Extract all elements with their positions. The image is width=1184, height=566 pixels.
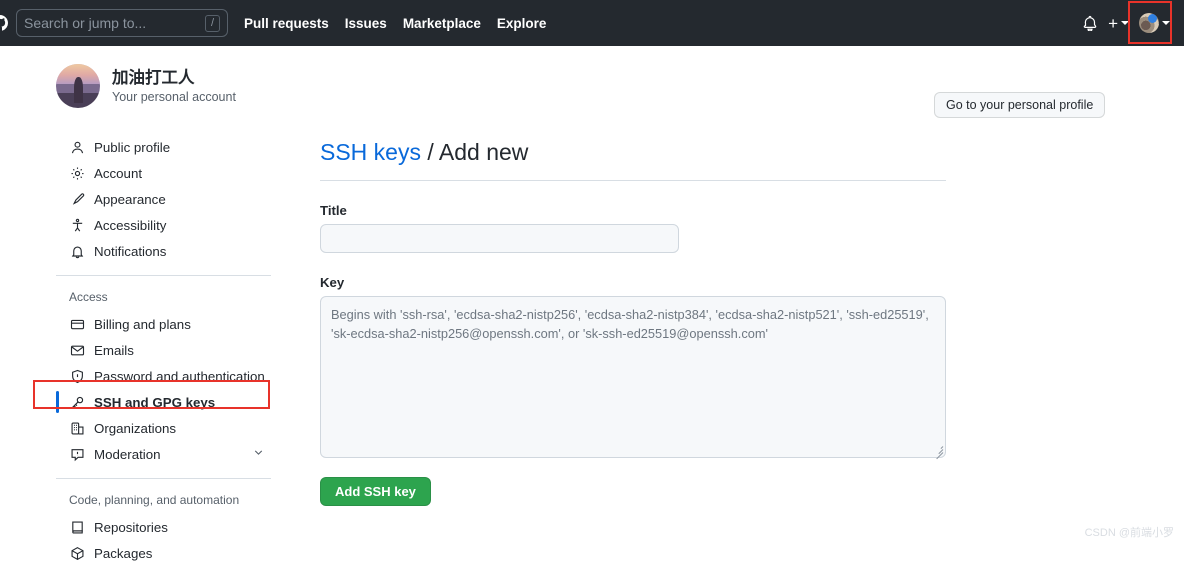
create-new-button[interactable]: + <box>1108 15 1129 32</box>
header-right-actions: + <box>1082 0 1184 46</box>
breadcrumb-ssh-keys-link[interactable]: SSH keys <box>320 139 421 165</box>
header-nav-marketplace[interactable]: Marketplace <box>403 16 481 31</box>
key-field-label: Key <box>320 274 345 290</box>
sidebar-item-ssh-and-gpg-keys[interactable]: SSH and GPG keys <box>33 380 281 415</box>
bell-icon <box>69 243 85 259</box>
sidebar-item-label: Organizations <box>94 420 177 436</box>
sidebar-item-label: SSH and GPG keys <box>94 394 216 410</box>
breadcrumb-separator: / <box>420 139 439 165</box>
sidebar-item-label: Account <box>94 165 143 181</box>
sidebar-item-label: Accessibility <box>94 217 167 233</box>
header-nav-pull-requests[interactable]: Pull requests <box>244 16 329 31</box>
sidebar-item-billing-and-plans[interactable]: Billing and plans <box>56 311 281 337</box>
header-nav: Pull requests Issues Marketplace Explore <box>244 16 546 31</box>
sidebar-item-moderation[interactable]: Moderation <box>56 441 281 467</box>
header-nav-explore[interactable]: Explore <box>497 16 547 31</box>
sidebar-item-public-profile[interactable]: Public profile <box>56 134 281 160</box>
sidebar-item-label: Password and authentication <box>94 368 265 384</box>
sidebar-nav-code: Repositories Packages <box>56 514 281 566</box>
sidebar-item-emails[interactable]: Emails <box>56 337 281 363</box>
title-divider <box>320 179 946 181</box>
sidebar-group-title-code-planning-automation: Code, planning, and automation <box>69 493 240 507</box>
paintbrush-icon <box>69 191 85 207</box>
github-mark-icon[interactable] <box>0 15 8 31</box>
account-subtitle: Your personal account <box>112 90 236 105</box>
search-shortcut-key: / <box>205 14 220 32</box>
sidebar-item-label: Billing and plans <box>94 316 191 332</box>
sidebar-item-label: Emails <box>94 342 134 358</box>
credit-card-icon <box>69 316 85 332</box>
add-ssh-key-button[interactable]: Add SSH key <box>320 476 431 506</box>
bell-icon[interactable] <box>1082 15 1098 31</box>
key-icon <box>69 394 85 410</box>
sidebar-item-password-and-authentication[interactable]: Password and authentication <box>56 363 281 389</box>
breadcrumb-current: Add new <box>438 139 529 165</box>
page-body: 加油打工人 Your personal account Public profi… <box>0 46 1184 561</box>
account-name: 加油打工人 <box>112 68 195 87</box>
accessibility-icon <box>69 217 85 233</box>
shield-lock-icon <box>69 368 85 384</box>
sidebar-divider <box>56 275 271 276</box>
plus-icon: + <box>1108 13 1118 33</box>
sidebar-nav-access: Billing and plans Emails Password and au… <box>33 311 281 467</box>
sidebar-group-title-access: Access <box>69 290 108 304</box>
chevron-down-icon[interactable] <box>252 446 265 462</box>
report-icon <box>69 446 85 462</box>
key-field-wrapper <box>320 295 946 459</box>
sidebar-item-organizations[interactable]: Organizations <box>56 415 281 441</box>
person-icon <box>69 139 85 155</box>
settings-sidebar: 加油打工人 Your personal account Public profi… <box>33 64 281 566</box>
user-avatar-icon <box>1139 13 1159 33</box>
gear-icon <box>69 165 85 181</box>
sidebar-item-repositories[interactable]: Repositories <box>56 514 281 540</box>
sidebar-item-label: Public profile <box>94 139 171 155</box>
watermark: CSDN @前端小罗 <box>1084 527 1174 539</box>
title-input[interactable] <box>320 223 679 253</box>
account-menu-button[interactable] <box>1128 1 1172 44</box>
sidebar-item-label: Moderation <box>94 446 161 462</box>
caret-down-icon <box>1162 21 1170 25</box>
package-icon <box>69 545 85 561</box>
sidebar-item-label: Packages <box>94 545 153 561</box>
account-header: 加油打工人 Your personal account <box>56 64 281 108</box>
repo-icon <box>69 519 85 535</box>
go-to-personal-profile-button[interactable]: Go to your personal profile <box>934 92 1106 118</box>
sidebar-item-label: Notifications <box>94 243 167 259</box>
global-header: Search or jump to... / Pull requests Iss… <box>0 0 1184 46</box>
sidebar-item-accessibility[interactable]: Accessibility <box>56 212 281 238</box>
title-field-label: Title <box>320 202 347 218</box>
sidebar-item-account[interactable]: Account <box>56 160 281 186</box>
sidebar-item-label: Repositories <box>94 519 168 535</box>
main-content: Go to your personal profile SSH keys / A… <box>320 64 1106 506</box>
sidebar-item-packages[interactable]: Packages <box>56 540 281 566</box>
caret-down-icon <box>1121 21 1129 25</box>
mail-icon <box>69 342 85 358</box>
sidebar-item-label: Appearance <box>94 191 166 207</box>
sidebar-divider <box>56 478 271 479</box>
user-avatar-icon <box>56 64 100 108</box>
key-textarea[interactable] <box>320 295 946 458</box>
sidebar-nav-primary: Public profile Account Appearance Access… <box>56 134 281 264</box>
header-nav-issues[interactable]: Issues <box>345 16 387 31</box>
page-title: SSH keys / Add new <box>320 64 946 167</box>
search-placeholder: Search or jump to... <box>24 15 147 31</box>
sidebar-item-appearance[interactable]: Appearance <box>56 186 281 212</box>
sidebar-item-notifications[interactable]: Notifications <box>56 238 281 264</box>
search-input[interactable]: Search or jump to... / <box>16 9 228 37</box>
organization-icon <box>69 420 85 436</box>
